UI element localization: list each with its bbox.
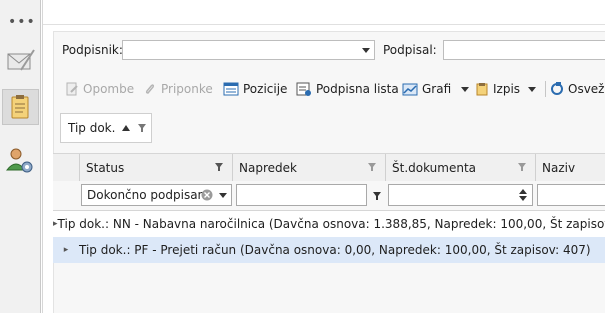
signed-label: Podpisal: — [383, 43, 437, 57]
column-header-label: Status — [86, 160, 125, 175]
signer-combobox[interactable] — [122, 40, 375, 60]
column-header-doc-number[interactable]: Št.dokumenta — [386, 154, 536, 181]
spinner-icon[interactable] — [519, 189, 527, 201]
group-by-label: Tip dok. — [68, 121, 116, 135]
signer-label: Podpisnik: — [62, 43, 123, 57]
name-filter-input[interactable] — [537, 184, 605, 206]
attachments-button[interactable]: Priponke — [143, 78, 213, 100]
expand-arrow-icon[interactable]: ▸ — [53, 245, 79, 255]
rail-divider — [42, 0, 43, 313]
column-header-name[interactable]: Naziv — [536, 154, 605, 181]
column-header-label: Napredek — [239, 160, 297, 175]
group-row-text: Tip dok.: PF - Prejeti račun (Davčna osn… — [79, 243, 591, 257]
chevron-down-icon[interactable] — [219, 193, 227, 198]
refresh-button[interactable]: Osveži — [550, 78, 605, 100]
report-icon — [476, 83, 488, 96]
print-label: Izpis — [493, 82, 521, 96]
signature-sheet-icon — [296, 82, 311, 96]
print-button[interactable]: Izpis — [475, 78, 537, 100]
note-icon — [66, 82, 78, 96]
grid-filter-row: Dokončno podpisan — [53, 181, 605, 211]
paperclip-icon — [145, 84, 155, 94]
toolbar: Opombe Priponke Pozicije Podpisna lista … — [60, 78, 605, 100]
refresh-icon — [551, 82, 563, 95]
chart-icon — [402, 83, 418, 96]
app-rail: ••• — [0, 0, 41, 313]
filter-icon[interactable] — [373, 192, 381, 201]
column-header-progress[interactable]: Napredek — [233, 154, 386, 181]
clipboard-icon[interactable] — [2, 89, 39, 125]
top-strip — [43, 0, 605, 25]
signed-combobox[interactable] — [443, 40, 605, 60]
filter-icon[interactable] — [138, 123, 147, 133]
header-spacer — [53, 154, 80, 181]
group-row-text: Tip dok.: NN - Nabavna naročilnica (Davč… — [57, 217, 605, 231]
signature-sheet-label: Podpisna lista — [316, 82, 399, 96]
filter-icon[interactable] — [215, 163, 223, 172]
user-settings-icon[interactable] — [3, 143, 37, 177]
column-header-label: Naziv — [542, 160, 576, 175]
toolbar-divider — [545, 81, 546, 97]
mail-sign-icon[interactable] — [3, 44, 37, 78]
notes-button[interactable]: Opombe — [65, 78, 134, 100]
refresh-label: Osveži — [568, 82, 605, 96]
group-by-chip[interactable]: Tip dok. — [60, 113, 152, 143]
grid-header: Status Napredek Št.dokumenta Naziv — [53, 153, 605, 182]
doc-number-filter-input[interactable] — [388, 184, 533, 206]
group-row[interactable]: ▸ Tip dok.: PF - Prejeti račun (Davčna o… — [53, 237, 605, 263]
positions-label: Pozicije — [243, 82, 288, 96]
clear-icon[interactable] — [201, 189, 213, 201]
positions-button[interactable]: Pozicije — [223, 78, 287, 100]
status-filter-combobox[interactable]: Dokončno podpisan — [81, 184, 232, 206]
column-header-label: Št.dokumenta — [392, 160, 477, 175]
group-row[interactable]: ▸ Tip dok.: NN - Nabavna naročilnica (Da… — [53, 211, 605, 237]
attachments-label: Priponke — [161, 82, 213, 96]
charts-label: Grafi — [422, 82, 452, 96]
chevron-down-icon[interactable] — [362, 48, 370, 53]
notes-label: Opombe — [83, 82, 135, 96]
column-header-status[interactable]: Status — [80, 154, 233, 181]
sort-ascending-icon[interactable] — [122, 125, 131, 131]
more-dots-icon[interactable]: ••• — [8, 14, 35, 30]
filter-icon[interactable] — [518, 163, 526, 172]
signature-sheet-button[interactable]: Podpisna lista — [296, 78, 399, 100]
filter-icon[interactable] — [368, 163, 376, 172]
charts-dropdown-icon[interactable] — [461, 86, 470, 92]
charts-button[interactable]: Grafi — [402, 78, 470, 100]
status-filter-value: Dokončno podpisan — [87, 188, 206, 202]
list-icon — [223, 82, 239, 96]
progress-filter-input[interactable] — [236, 184, 367, 206]
print-dropdown-icon[interactable] — [528, 86, 537, 92]
